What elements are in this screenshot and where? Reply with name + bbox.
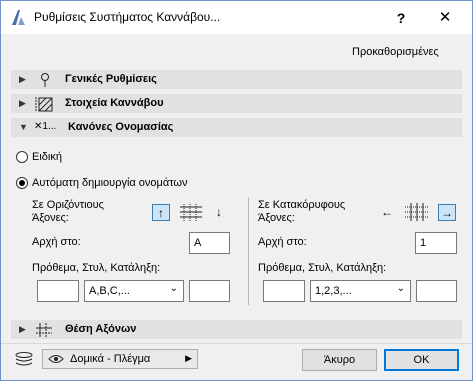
arrow-left-icon: ←: [381, 205, 393, 219]
layers-icon: [15, 352, 33, 366]
section-label: Γενικές Ρυθμίσεις: [65, 73, 157, 85]
dialog-window: Ρυθμίσεις Συστήματος Καννάβου... ? ✕ Προ…: [0, 0, 473, 381]
vertical-psl-label: Πρόθεμα, Στυλ, Κατάληξη:: [258, 262, 387, 274]
collapse-arrow-icon: ▼: [19, 122, 28, 132]
section-label: Στοιχεία Καννάβου: [65, 97, 164, 109]
archicad-app-icon: [12, 10, 25, 25]
pin-icon: [41, 73, 49, 87]
ok-button[interactable]: OK: [384, 349, 459, 371]
horizontal-prefix-input[interactable]: [37, 280, 79, 302]
vertical-start-label: Αρχή στο:: [258, 236, 307, 248]
section-label: Θέση Αξόνων: [65, 323, 137, 335]
horizontal-grid-icon: [180, 204, 202, 221]
section-grid-elements[interactable]: ▶ Στοιχεία Καννάβου: [11, 94, 462, 113]
direction-down-button[interactable]: ↓: [210, 204, 228, 221]
eye-icon: [48, 355, 64, 363]
horizontal-axes-label-line2: Άξονες:: [32, 212, 69, 224]
vertical-style-select[interactable]: 1,2,3,... ⌄: [310, 280, 411, 302]
window-title: Ρυθμίσεις Συστήματος Καννάβου...: [34, 10, 221, 24]
vertical-grid-icon: [405, 203, 429, 221]
arrow-right-icon: →: [441, 206, 453, 220]
layer-name: Δομικά - Πλέγμα: [70, 353, 151, 365]
expand-arrow-icon: ▶: [19, 74, 26, 84]
expand-arrow-icon: ▶: [19, 324, 26, 334]
section-label: Κανόνες Ονομασίας: [68, 121, 174, 133]
horizontal-style-select[interactable]: A,B,C,... ⌄: [84, 280, 184, 302]
horizontal-suffix-input[interactable]: [189, 280, 230, 302]
horizontal-psl-label: Πρόθεμα, Στυλ, Κατάληξη:: [32, 262, 161, 274]
horizontal-style-value: A,B,C,...: [89, 285, 130, 297]
arrow-down-icon: ↓: [216, 205, 222, 219]
layer-select-button[interactable]: Δομικά - Πλέγμα ▶: [42, 349, 198, 369]
vertical-suffix-input[interactable]: [416, 280, 457, 302]
close-button[interactable]: ✕: [433, 7, 457, 29]
naming-rules-icon: ✕1...: [34, 121, 57, 132]
triangle-right-icon: ▶: [185, 353, 192, 363]
radio-auto-naming[interactable]: [16, 177, 28, 189]
horizontal-start-input[interactable]: A: [189, 232, 230, 254]
vertical-prefix-input[interactable]: [263, 280, 305, 302]
direction-left-button[interactable]: ←: [378, 204, 396, 221]
vertical-style-value: 1,2,3,...: [315, 285, 352, 297]
section-general-settings[interactable]: ▶ Γενικές Ρυθμίσεις: [11, 70, 462, 89]
direction-up-button[interactable]: ↑: [152, 204, 170, 221]
vertical-axes-label-line1: Σε Κατακόρυφους: [258, 199, 346, 211]
axes-position-icon: [36, 323, 52, 337]
column-divider: [248, 197, 249, 305]
vertical-start-input[interactable]: 1: [415, 232, 457, 254]
direction-right-button[interactable]: →: [438, 204, 456, 221]
chevron-down-icon: ⌄: [396, 283, 405, 294]
presets-link[interactable]: Προκαθορισμένες: [352, 46, 439, 58]
expand-arrow-icon: ▶: [19, 98, 26, 108]
arrow-up-icon: ↑: [158, 206, 164, 220]
radio-special[interactable]: [16, 151, 28, 163]
cancel-button[interactable]: Άκυρο: [302, 349, 377, 371]
radio-special-label: Ειδική: [32, 151, 62, 163]
title-bar: Ρυθμίσεις Συστήματος Καννάβου... ? ✕: [1, 1, 472, 34]
section-axes-position[interactable]: ▶ Θέση Αξόνων: [11, 320, 462, 339]
horizontal-start-label: Αρχή στο:: [32, 236, 81, 248]
section-naming-rules[interactable]: ▼ ✕1... Κανόνες Ονομασίας: [11, 118, 462, 137]
footer-separator: [1, 343, 472, 344]
grid-element-icon: [35, 97, 53, 112]
radio-auto-naming-label: Αυτόματη δημιουργία ονομάτων: [32, 177, 188, 189]
help-button[interactable]: ?: [389, 7, 413, 29]
chevron-down-icon: ⌄: [169, 283, 178, 294]
horizontal-axes-label-line1: Σε Οριζόντιους: [32, 199, 104, 211]
vertical-axes-label-line2: Άξονες:: [258, 212, 295, 224]
